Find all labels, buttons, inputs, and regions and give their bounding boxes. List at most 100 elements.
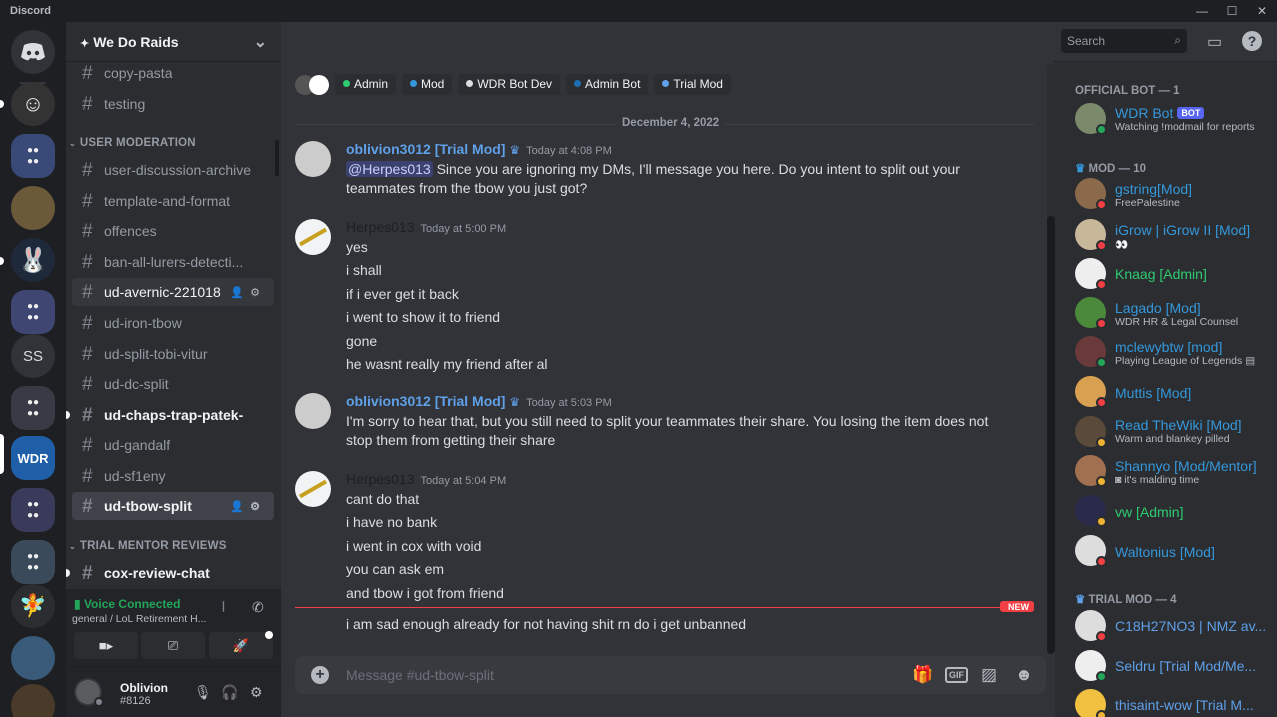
- emoji-icon[interactable]: ☻: [1015, 665, 1033, 685]
- avatar[interactable]: [295, 471, 331, 507]
- microphone-icon[interactable]: 🎙: [194, 684, 212, 701]
- noise-suppression-icon[interactable]: ⦚: [222, 599, 225, 616]
- channel-user-discussion-archive[interactable]: # user-discussion-archive: [72, 156, 274, 184]
- server-icon[interactable]: 🧚: [11, 584, 55, 628]
- server-folder[interactable]: ●● ●●: [11, 488, 55, 532]
- channel-ban-all-lurers[interactable]: # ban-all-lurers-detecti...: [72, 248, 274, 276]
- message-input[interactable]: Message #ud-tbow-split: [346, 667, 494, 683]
- channel-ud-chaps-trap-patek[interactable]: # ud-chaps-trap-patek-: [66, 401, 274, 429]
- member-item[interactable]: Waltonius [Mod]: [1069, 531, 1269, 571]
- gift-icon[interactable]: 🎁: [912, 665, 933, 685]
- maximize-button[interactable]: ☐: [1217, 0, 1247, 22]
- member-item[interactable]: Read TheWiki [Mod] Warm and blankey pill…: [1069, 412, 1269, 452]
- message-author[interactable]: oblivion3012 [Trial Mod]: [346, 141, 505, 157]
- member-item[interactable]: Lagado [Mod] WDR HR & Legal Counsel: [1069, 293, 1269, 333]
- member-item[interactable]: WDR Bot BOT Watching !modmail for reports: [1069, 99, 1269, 139]
- category-trial-mentor-reviews[interactable]: ⌄ TRIAL MENTOR REVIEWS: [69, 540, 227, 552]
- hash-icon: #: [82, 220, 93, 242]
- server-icon[interactable]: [11, 636, 55, 680]
- server-folder[interactable]: ●● ●●: [11, 134, 55, 178]
- video-button[interactable]: ■▸: [74, 632, 138, 659]
- gear-icon[interactable]: ⚙: [250, 684, 263, 701]
- member-item[interactable]: Seldru [Trial Mod/Me...: [1069, 646, 1269, 686]
- avatar[interactable]: [295, 393, 331, 429]
- minimize-button[interactable]: —: [1187, 0, 1217, 22]
- status-emoji-icon: ◙: [1115, 474, 1125, 486]
- voice-channel-name[interactable]: general / LoL Retirement H...: [72, 613, 206, 625]
- message-text: i am sad enough already for not having s…: [346, 616, 747, 632]
- role-chip[interactable]: Mod: [402, 74, 453, 95]
- voice-status[interactable]: ▮ Voice Connected: [74, 597, 180, 611]
- server-folder[interactable]: ●● ●●: [11, 386, 55, 430]
- user-mention[interactable]: @Herpes013: [346, 161, 433, 177]
- unread-indicator: [66, 569, 70, 577]
- role-chip[interactable]: Admin: [335, 74, 397, 95]
- sticker-icon[interactable]: ▨: [981, 665, 997, 685]
- invite-icon[interactable]: 👤: [230, 287, 250, 299]
- member-name: Read TheWiki [Mod]: [1115, 417, 1242, 433]
- chat-scrollbar[interactable]: [1047, 64, 1055, 654]
- channel-ud-avernic[interactable]: # ud-avernic-221018 👤⚙: [72, 278, 274, 306]
- invite-icon[interactable]: 👤: [230, 501, 250, 513]
- avatar[interactable]: [295, 219, 331, 255]
- message-author[interactable]: Herpes013: [346, 471, 415, 487]
- scrollbar-thumb[interactable]: [1047, 216, 1055, 654]
- member-item[interactable]: iGrow | iGrow II [Mod] 👀: [1069, 215, 1269, 255]
- channel-ud-gandalf[interactable]: # ud-gandalf: [72, 431, 274, 459]
- channel-ud-tbow-split[interactable]: # ud-tbow-split 👤⚙: [72, 492, 274, 520]
- avatar[interactable]: [295, 141, 331, 177]
- server-icon[interactable]: 🐰: [11, 238, 55, 282]
- server-icon[interactable]: [11, 684, 55, 717]
- message-author[interactable]: oblivion3012 [Trial Mod]: [346, 393, 505, 409]
- gif-button[interactable]: GIF: [945, 667, 968, 683]
- member-item[interactable]: Knaag [Admin]: [1069, 254, 1269, 294]
- activity-button[interactable]: 🚀: [209, 632, 273, 659]
- disconnect-icon[interactable]: ✆: [252, 599, 264, 616]
- category-user-moderation[interactable]: ⌄ USER MODERATION: [69, 137, 196, 149]
- screen-share-button[interactable]: ⎚: [141, 632, 205, 659]
- channel-cox-review-chat[interactable]: # cox-review-chat: [66, 559, 274, 587]
- timestamp: Today at 5:00 PM: [420, 223, 507, 235]
- server-folder[interactable]: ●● ●●: [11, 290, 55, 334]
- channel-template-and-format[interactable]: # template-and-format: [72, 187, 274, 215]
- member-item[interactable]: thisaint-wow [Trial M...: [1069, 685, 1269, 717]
- gear-icon[interactable]: ⚙: [250, 287, 266, 299]
- channel-copy-pasta[interactable]: # copy-pasta: [72, 62, 274, 87]
- channel-offences[interactable]: # offences: [72, 217, 274, 245]
- role-chip[interactable]: WDR Bot Dev: [458, 74, 561, 95]
- home-button[interactable]: [11, 30, 55, 74]
- add-attachment-button[interactable]: +: [311, 666, 329, 684]
- channel-ud-split-tobi-vitur[interactable]: # ud-split-tobi-vitur: [72, 340, 274, 368]
- gear-icon[interactable]: ⚙: [250, 501, 266, 513]
- username[interactable]: Oblivion: [120, 681, 168, 695]
- member-item[interactable]: Muttis [Mod]: [1069, 372, 1269, 412]
- server-folder[interactable]: ●● ●●: [11, 540, 55, 584]
- search-input[interactable]: Search ⌕: [1061, 29, 1187, 53]
- new-messages-divider: NEW: [295, 601, 1034, 612]
- server-icon-wdr[interactable]: WDR: [11, 436, 55, 480]
- role-chip[interactable]: Trial Mod: [654, 74, 731, 95]
- member-item[interactable]: vw [Admin]: [1069, 491, 1269, 531]
- member-section-header: OFFICIAL BOT — 1: [1075, 85, 1180, 97]
- crown-icon: ♛: [509, 395, 521, 409]
- headphones-icon[interactable]: 🎧: [221, 684, 238, 701]
- server-icon-ss[interactable]: SS: [11, 334, 55, 378]
- help-icon[interactable]: ?: [1242, 31, 1262, 51]
- channel-ud-dc-split[interactable]: # ud-dc-split: [72, 370, 274, 398]
- new-badge: NEW: [1000, 601, 1034, 612]
- member-item[interactable]: mclewybtw [mod] Playing League of Legend…: [1069, 332, 1269, 372]
- member-item[interactable]: C18H27NO3 | NMZ av...: [1069, 606, 1269, 646]
- server-icon[interactable]: ☺: [11, 82, 55, 126]
- sidebar-scrollbar[interactable]: [275, 140, 279, 176]
- close-button[interactable]: ✕: [1247, 0, 1277, 22]
- inbox-icon[interactable]: ▭: [1207, 32, 1222, 52]
- member-item[interactable]: gstring[Mod] FreePalestine: [1069, 174, 1269, 214]
- role-chip[interactable]: Admin Bot: [566, 74, 649, 95]
- channel-ud-iron-tbow[interactable]: # ud-iron-tbow: [72, 309, 274, 337]
- server-header[interactable]: ✦ We Do Raids ⌄: [66, 22, 281, 62]
- server-icon[interactable]: [11, 186, 55, 230]
- message-author[interactable]: Herpes013: [346, 219, 415, 235]
- member-item[interactable]: Shannyo [Mod/Mentor] ◙ it's malding time: [1069, 451, 1269, 491]
- channel-ud-sf1eny[interactable]: # ud-sf1eny: [72, 462, 274, 490]
- channel-testing[interactable]: # testing: [72, 90, 274, 118]
